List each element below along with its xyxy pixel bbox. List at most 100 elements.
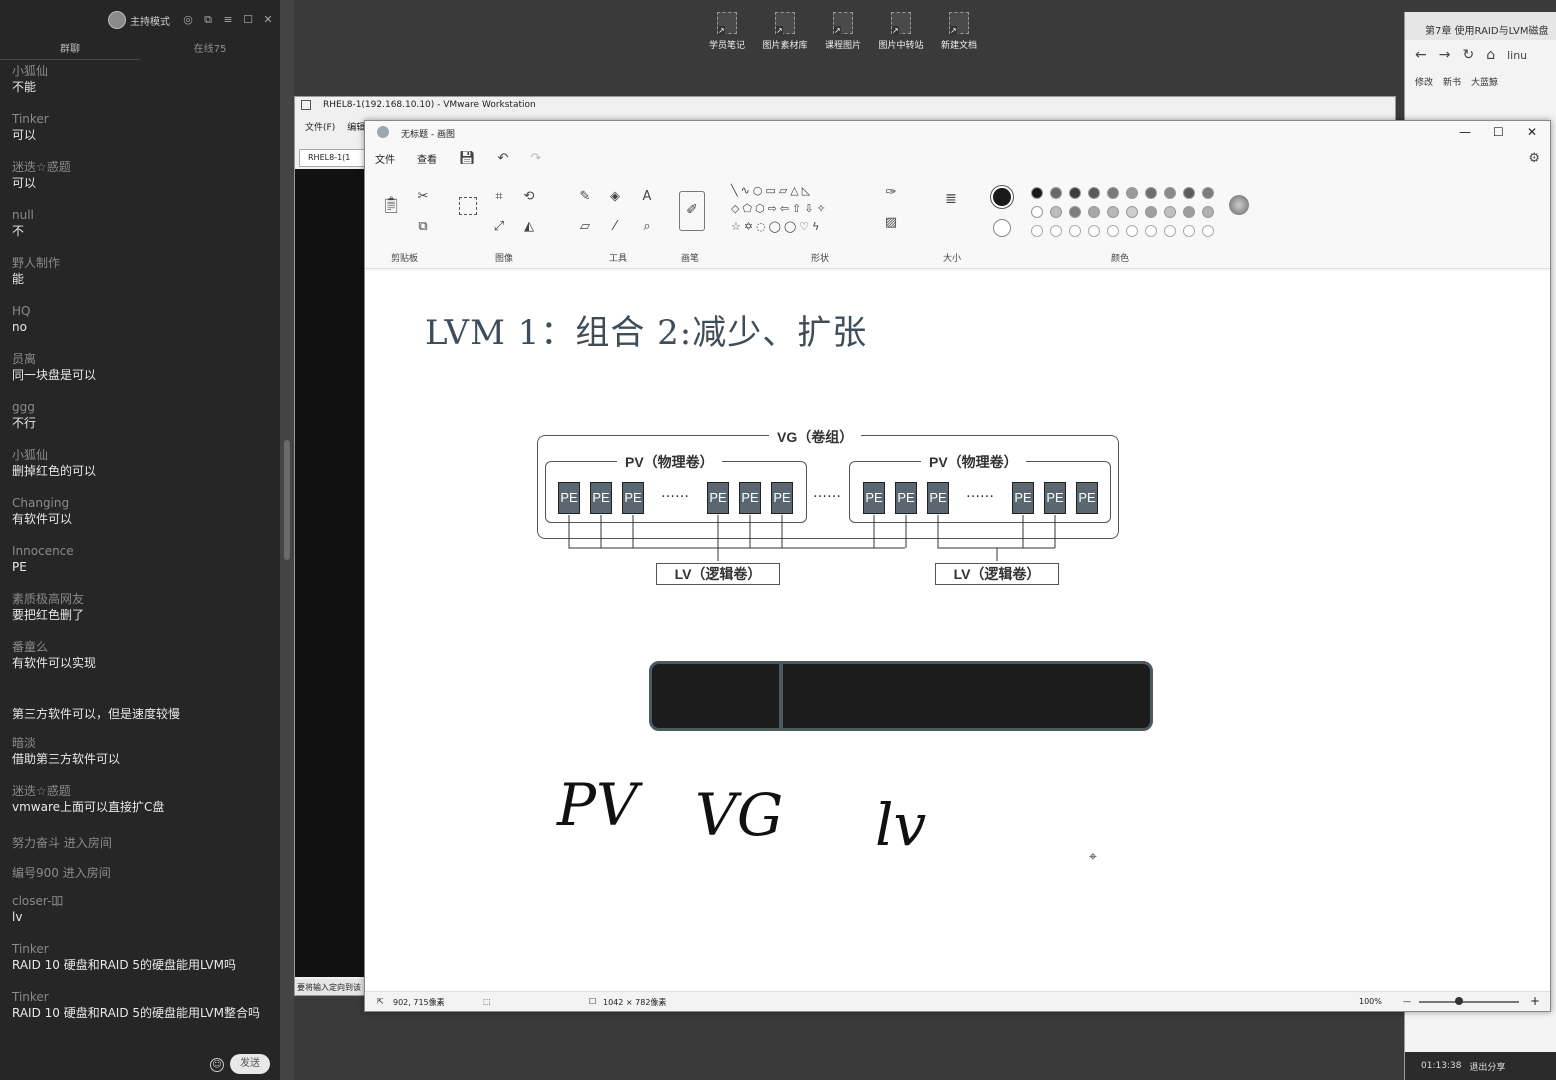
scrollbar-thumb[interactable] — [284, 440, 290, 560]
zoom-in-icon[interactable]: + — [1530, 994, 1540, 1008]
palette-swatch[interactable] — [1145, 206, 1157, 218]
host-mode[interactable]: 主持模式 — [108, 11, 170, 29]
menu-file[interactable]: 文件 — [375, 151, 395, 166]
chat-scrollbar[interactable] — [280, 0, 294, 1080]
settings-icon[interactable]: ⚙ — [1528, 151, 1540, 166]
maximize-icon[interactable]: ☐ — [1493, 125, 1504, 139]
palette-swatch[interactable] — [1031, 187, 1043, 199]
minimize-icon[interactable]: — — [1459, 125, 1471, 139]
palette-swatch[interactable] — [1088, 206, 1100, 218]
eraser-icon[interactable]: ▱ — [577, 219, 593, 235]
desktop-icon-new-doc[interactable]: 新建文档 — [934, 12, 984, 51]
address-bar[interactable]: linu — [1507, 49, 1527, 62]
flip-icon[interactable]: ◭ — [521, 219, 537, 235]
rotate-icon[interactable]: ⟲ — [521, 189, 537, 205]
palette-swatch[interactable] — [1145, 187, 1157, 199]
settings-icon[interactable]: ◎ — [182, 14, 194, 26]
paste-icon[interactable]: 📋︎ — [381, 197, 401, 213]
tab-online[interactable]: 在线75 — [140, 40, 280, 60]
text-icon[interactable]: A — [639, 189, 655, 205]
reload-icon[interactable]: ↻ — [1462, 47, 1474, 63]
bookmark-item[interactable]: 大蓝鲸 — [1471, 75, 1498, 88]
magnifier-icon[interactable]: ⌕ — [639, 219, 655, 235]
emoji-icon[interactable]: ☺ — [210, 1058, 224, 1072]
send-button[interactable]: 发送 — [230, 1054, 270, 1074]
palette-swatch-empty[interactable] — [1050, 225, 1062, 237]
line-size-icon[interactable]: ≣ — [941, 191, 961, 207]
zoom-out-icon[interactable]: — — [1403, 997, 1411, 1006]
undo-icon[interactable]: ↶ — [498, 151, 509, 166]
palette-swatch[interactable] — [1107, 206, 1119, 218]
close-icon[interactable]: ✕ — [262, 14, 274, 26]
crop-icon[interactable]: ⌗ — [491, 189, 507, 205]
palette-swatch-empty[interactable] — [1088, 225, 1100, 237]
menu-view[interactable]: 查看 — [417, 151, 437, 166]
redo-icon[interactable]: ↷ — [530, 151, 541, 166]
palette-swatch[interactable] — [1202, 206, 1214, 218]
palette-swatch-empty[interactable] — [1145, 225, 1157, 237]
desktop-icon-transfer[interactable]: 图片中转站 — [876, 12, 926, 51]
palette-swatch[interactable] — [1050, 187, 1062, 199]
maximize-icon[interactable]: ☐ — [242, 14, 254, 26]
browser-tab[interactable]: 第7章 使用RAID与LVM磁盘 — [1405, 12, 1556, 40]
resize-icon[interactable]: ⤢ — [491, 219, 507, 235]
desktop-icon-notes[interactable]: 学员笔记 — [702, 12, 752, 51]
color-picker-icon[interactable]: ⁄ — [607, 219, 623, 235]
palette-swatch[interactable] — [1183, 206, 1195, 218]
palette-swatch[interactable] — [1031, 206, 1043, 218]
palette-swatch[interactable] — [1126, 206, 1138, 218]
tab-group-chat[interactable]: 群聊 — [0, 40, 140, 60]
palette-swatch[interactable] — [1107, 187, 1119, 199]
close-icon[interactable]: ✕ — [1527, 125, 1537, 139]
palette-swatch[interactable] — [1126, 187, 1138, 199]
menu-edit[interactable]: 编辑 — [347, 120, 365, 137]
pencil-icon[interactable]: ✎ — [577, 189, 593, 205]
forward-icon[interactable]: → — [1439, 47, 1451, 63]
palette-swatch[interactable] — [1069, 206, 1081, 218]
save-icon[interactable]: 💾︎ — [459, 151, 476, 166]
desktop-icon-course-images[interactable]: 课程图片 — [818, 12, 868, 51]
palette-swatch-empty[interactable] — [1107, 225, 1119, 237]
fill-icon[interactable]: ◈ — [607, 189, 623, 205]
select-icon[interactable] — [459, 197, 477, 215]
popout-icon[interactable]: ⧉ — [202, 14, 214, 26]
palette-swatch-empty[interactable] — [1069, 225, 1081, 237]
drawing-canvas[interactable]: LVM 1：组合 2:减少、扩张 VG（卷组） PV（物理卷） PV（物理卷） … — [365, 271, 1550, 993]
palette-swatch[interactable] — [1069, 187, 1081, 199]
home-icon[interactable]: ⌂ — [1486, 47, 1495, 63]
back-icon[interactable]: ← — [1415, 47, 1427, 63]
vm-screen[interactable] — [295, 169, 365, 977]
palette-swatch-empty[interactable] — [1202, 225, 1214, 237]
palette-swatch-empty[interactable] — [1183, 225, 1195, 237]
cut-icon[interactable]: ✂ — [415, 189, 431, 205]
bookmark-item[interactable]: 新书 — [1443, 75, 1461, 88]
menu-file[interactable]: 文件(F) — [305, 120, 335, 137]
shape-fill-icon[interactable]: ▨ — [883, 215, 899, 231]
vm-tab[interactable]: RHEL8-1(1 — [299, 149, 369, 167]
palette-swatch[interactable] — [1164, 187, 1176, 199]
desktop-icon-image-lib[interactable]: 图片素材库 — [760, 12, 810, 51]
msg-text: 可以 — [12, 176, 37, 190]
edit-colors-icon[interactable] — [1229, 195, 1249, 215]
brush-icon[interactable]: ✐ — [679, 191, 705, 231]
zoom-slider-thumb[interactable] — [1455, 997, 1463, 1005]
palette-swatch-empty[interactable] — [1164, 225, 1176, 237]
shapes-row-1[interactable]: ╲∿○▭▱△◺ — [731, 183, 867, 199]
outline-icon[interactable]: ✑ — [883, 185, 899, 201]
copy-icon[interactable]: ⧉ — [415, 219, 431, 235]
palette-swatch-empty[interactable] — [1126, 225, 1138, 237]
shapes-row-2[interactable]: ◇⬠⬡⇨⇦⇧⇩✧ — [731, 201, 867, 217]
palette-swatch[interactable] — [1050, 206, 1062, 218]
shapes-row-3[interactable]: ☆✡◌◯◯♡ϟ — [731, 219, 867, 235]
palette-swatch[interactable] — [1088, 187, 1100, 199]
palette-swatch[interactable] — [1202, 187, 1214, 199]
exit-share-button[interactable]: 退出分享 — [1469, 1060, 1505, 1073]
zoom-slider[interactable] — [1419, 1001, 1519, 1003]
palette-swatch[interactable] — [1164, 206, 1176, 218]
palette-swatch[interactable] — [1183, 187, 1195, 199]
palette-swatch-empty[interactable] — [1031, 225, 1043, 237]
color-1-swatch[interactable] — [990, 185, 1014, 209]
color-2-swatch[interactable] — [993, 219, 1011, 237]
bookmark-item[interactable]: 修改 — [1415, 75, 1433, 88]
menu-icon[interactable]: ≡ — [222, 14, 234, 26]
